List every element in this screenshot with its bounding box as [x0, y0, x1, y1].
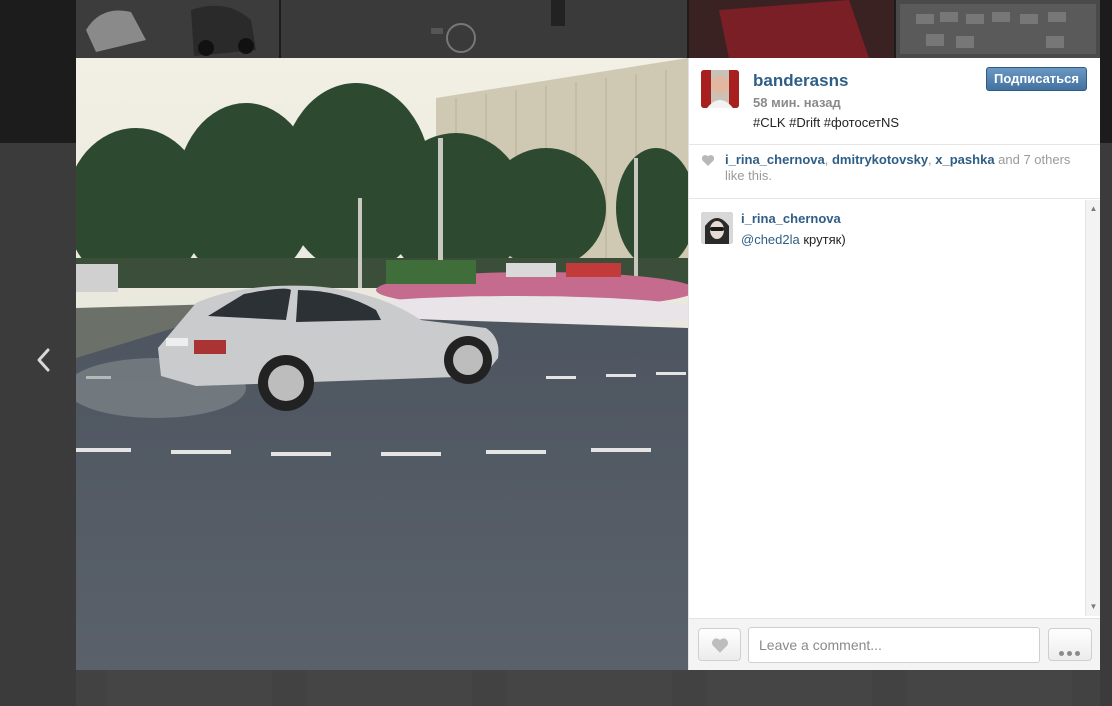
background-thumbnail — [306, 670, 472, 706]
background-thumbnail — [106, 670, 272, 706]
likes-summary: i_rina_chernova, dmitrykotovsky, x_pashk… — [689, 145, 1100, 199]
comment-input[interactable] — [748, 627, 1040, 663]
comment-body: крутяк) — [799, 232, 846, 247]
like-button[interactable] — [698, 628, 741, 661]
like-user-link[interactable]: i_rina_chernova — [725, 152, 825, 167]
heart-icon — [701, 155, 715, 166]
post-timestamp[interactable]: 58 мин. назад — [753, 95, 841, 110]
post-caption: #CLK #Drift #фотосетNS — [753, 115, 900, 130]
background-thumbnail[interactable] — [689, 0, 894, 58]
comment-item: i_rina_chernova @ched2la крутяк) — [689, 200, 1085, 260]
background-thumbnail[interactable] — [896, 0, 1100, 58]
commenter-avatar[interactable] — [701, 212, 733, 244]
background-thumbnail[interactable] — [281, 0, 687, 58]
like-user-link[interactable]: dmitrykotovsky — [832, 152, 928, 167]
more-options-button[interactable] — [1048, 628, 1092, 661]
avatar[interactable] — [701, 70, 739, 108]
comment-footer — [689, 618, 1100, 670]
background-thumbnail — [706, 670, 872, 706]
scroll-up-arrow-icon[interactable]: ▲ — [1089, 204, 1098, 214]
heart-icon — [711, 638, 729, 653]
comments-list: i_rina_chernova @ched2la крутяк) — [689, 200, 1085, 616]
comment-username[interactable]: i_rina_chernova — [741, 211, 841, 226]
background-thumbnail — [506, 670, 672, 706]
more-dots-icon — [1059, 643, 1083, 661]
comment-text: @ched2la крутяк) — [741, 232, 846, 247]
likes-separator: , — [824, 152, 832, 167]
post-header: banderasns 58 мин. назад #CLK #Drift #фо… — [689, 58, 1100, 145]
chevron-left-icon — [37, 348, 50, 372]
like-user-link[interactable]: x_pashka — [935, 152, 994, 167]
comment-mention[interactable]: @ched2la — [741, 232, 800, 247]
background-thumbnail[interactable] — [76, 0, 279, 58]
post-detail-panel: banderasns 58 мин. назад #CLK #Drift #фо… — [688, 58, 1100, 670]
previous-arrow-button[interactable] — [30, 340, 56, 380]
comments-scrollbar[interactable]: ▲ ▼ — [1085, 200, 1100, 616]
post-username[interactable]: banderasns — [753, 71, 848, 91]
follow-button[interactable]: Подписаться — [985, 67, 1087, 91]
post-photo[interactable] — [76, 58, 688, 670]
background-thumbnail — [906, 670, 1072, 706]
scroll-down-arrow-icon[interactable]: ▼ — [1089, 602, 1098, 612]
